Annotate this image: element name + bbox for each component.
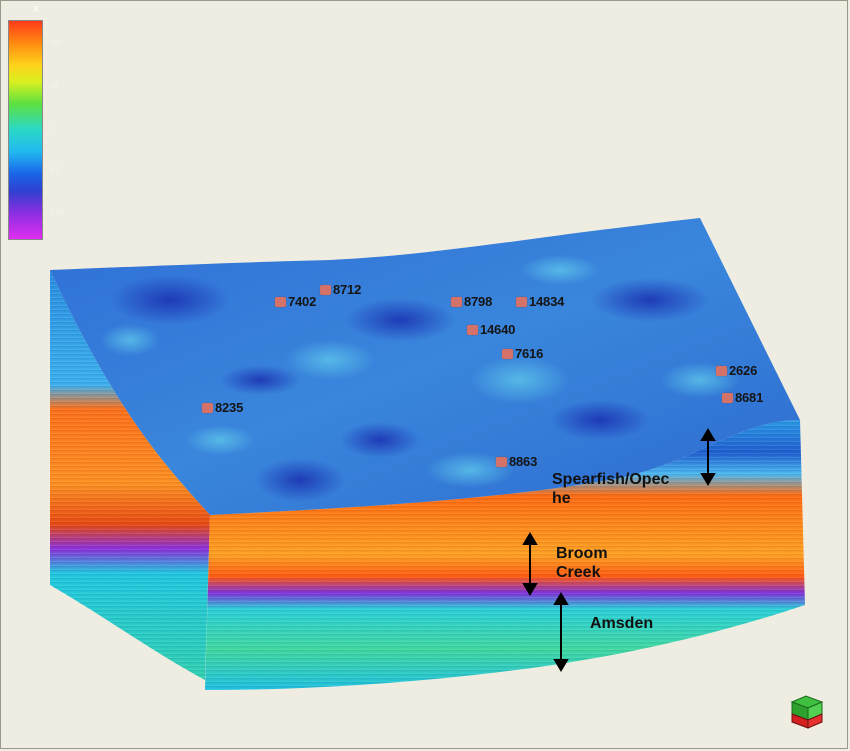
well-label: 7402 <box>288 294 317 309</box>
well-label: 8235 <box>215 400 244 415</box>
well-label: 7616 <box>515 346 544 361</box>
legend-tick: 0.01 <box>50 209 64 216</box>
legend-unit-label: K <box>34 5 40 14</box>
well-label: 2626 <box>729 363 758 378</box>
well-icon <box>451 296 462 307</box>
well-marker-14834[interactable]: 14834 <box>516 294 564 309</box>
well-icon <box>275 296 286 307</box>
legend-tick: 10 <box>50 83 58 90</box>
well-label: 8712 <box>333 282 362 297</box>
formation-label-amsden: Amsden <box>590 615 654 632</box>
formation-label-spearfish: Spearfish/Opec he <box>552 471 670 507</box>
well-marker-8712[interactable]: 8712 <box>320 282 361 297</box>
well-marker-14640[interactable]: 14640 <box>467 322 515 337</box>
well-icon <box>722 392 733 403</box>
well-label: 8798 <box>464 294 493 309</box>
well-label: 14640 <box>480 322 516 337</box>
well-marker-8798[interactable]: 8798 <box>451 294 492 309</box>
well-marker-7616[interactable]: 7616 <box>502 346 543 361</box>
color-scale-bar <box>8 20 43 240</box>
orientation-cube-icon[interactable] <box>788 690 828 734</box>
well-label: 8681 <box>735 390 764 405</box>
well-label: 8863 <box>509 454 538 469</box>
legend-tick: 100 <box>50 40 62 47</box>
well-icon <box>516 296 527 307</box>
well-icon <box>467 324 478 335</box>
legend-tick: 1 <box>50 125 54 132</box>
well-icon <box>320 284 331 295</box>
well-label: 14834 <box>529 294 565 309</box>
well-icon <box>502 348 513 359</box>
well-icon <box>496 456 507 467</box>
formation-label-broom-creek: Broom Creek <box>556 545 608 581</box>
legend-tick: 0.1 <box>50 167 60 174</box>
well-icon <box>716 365 727 376</box>
well-marker-8681[interactable]: 8681 <box>722 390 763 405</box>
well-icon <box>202 402 213 413</box>
well-marker-7402[interactable]: 7402 <box>275 294 316 309</box>
well-marker-8863[interactable]: 8863 <box>496 454 537 469</box>
well-marker-8235[interactable]: 8235 <box>202 400 243 415</box>
well-marker-2626[interactable]: 2626 <box>716 363 757 378</box>
